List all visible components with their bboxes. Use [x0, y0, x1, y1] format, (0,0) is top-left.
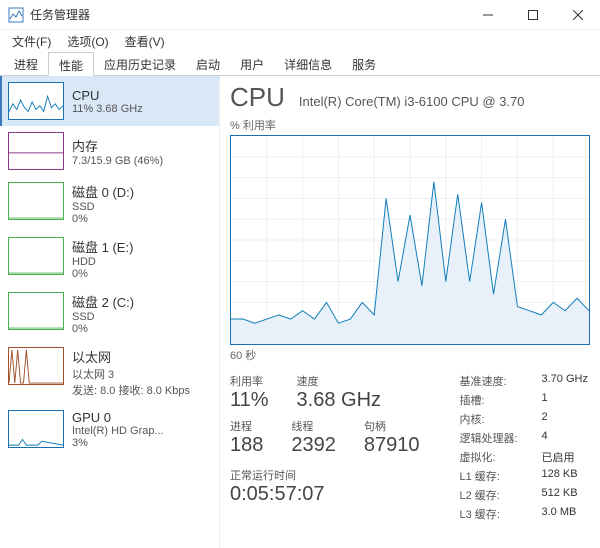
tab-users[interactable]: 用户 [230, 52, 274, 75]
tab-services[interactable]: 服务 [342, 52, 386, 75]
util-value: 11% [230, 389, 269, 412]
base-speed-label: 基准速度: [460, 373, 530, 389]
l2-value: 512 KB [542, 487, 588, 503]
sidebar-cpu-title: CPU [72, 88, 143, 103]
titlebar: 任务管理器 [0, 0, 600, 30]
tab-processes[interactable]: 进程 [4, 52, 48, 75]
virt-label: 虚拟化: [460, 449, 530, 465]
window-controls [465, 0, 600, 30]
ethernet-thumb [8, 347, 64, 385]
cpu-model: Intel(R) Core(TM) i3-6100 CPU @ 3.70 [299, 94, 525, 109]
gpu0-thumb [8, 410, 64, 448]
sidebar-item-memory[interactable]: 内存 7.3/15.9 GB (46%) [0, 126, 219, 176]
sidebar-disk2-sub1: SSD [72, 311, 134, 323]
sidebar: CPU 11% 3.68 GHz 内存 7.3/15.9 GB (46%) 磁盘… [0, 76, 220, 548]
handles-value: 87910 [364, 434, 420, 457]
uptime-value: 0:05:57:07 [230, 483, 420, 506]
main-title: CPU [230, 82, 285, 113]
threads-value: 2392 [291, 434, 336, 457]
menu-view[interactable]: 查看(V) [119, 31, 171, 52]
cores-value: 2 [542, 411, 588, 427]
sidebar-disk1-sub2: 0% [72, 268, 133, 280]
chart-x-label: 60 秒 [230, 347, 600, 363]
proc-value: 188 [230, 434, 263, 457]
sidebar-eth-sub1: 以太网 3 [72, 366, 190, 382]
sidebar-item-disk1[interactable]: 磁盘 1 (E:) HDD 0% [0, 231, 219, 286]
maximize-button[interactable] [510, 0, 555, 30]
sidebar-disk2-title: 磁盘 2 (C:) [72, 292, 134, 311]
sidebar-eth-sub2: 发送: 8.0 接收: 8.0 Kbps [72, 382, 190, 398]
memory-thumb [8, 132, 64, 170]
speed-value: 3.68 GHz [297, 389, 381, 412]
sidebar-gpu0-sub1: Intel(R) HD Grap... [72, 425, 164, 437]
l3-label: L3 缓存: [460, 506, 530, 522]
sidebar-gpu0-title: GPU 0 [72, 410, 164, 425]
tabs: 进程 性能 应用历史记录 启动 用户 详细信息 服务 [0, 52, 600, 76]
logical-value: 4 [542, 430, 588, 446]
chart-y-label: % 利用率 [230, 117, 600, 133]
base-speed-value: 3.70 GHz [542, 373, 588, 389]
menu-options[interactable]: 选项(O) [61, 31, 114, 52]
tab-app-history[interactable]: 应用历史记录 [94, 52, 186, 75]
sidebar-item-disk0[interactable]: 磁盘 0 (D:) SSD 0% [0, 176, 219, 231]
tab-performance[interactable]: 性能 [48, 52, 94, 76]
speed-label: 速度 [297, 373, 381, 389]
app-icon [8, 7, 24, 23]
tab-details[interactable]: 详细信息 [274, 52, 342, 75]
sidebar-item-cpu[interactable]: CPU 11% 3.68 GHz [0, 76, 219, 126]
sidebar-memory-sub: 7.3/15.9 GB (46%) [72, 155, 163, 167]
window-title: 任务管理器 [30, 6, 465, 23]
sidebar-disk0-title: 磁盘 0 (D:) [72, 182, 134, 201]
close-button[interactable] [555, 0, 600, 30]
l2-label: L2 缓存: [460, 487, 530, 503]
sidebar-disk1-sub1: HDD [72, 256, 133, 268]
cpu-info-grid: 基准速度:3.70 GHz 插槽:1 内核:2 逻辑处理器:4 虚拟化:已启用 … [460, 373, 588, 522]
sidebar-item-disk2[interactable]: 磁盘 2 (C:) SSD 0% [0, 286, 219, 341]
sidebar-cpu-sub: 11% 3.68 GHz [72, 103, 143, 115]
cpu-thumb [8, 82, 64, 120]
handles-label: 句柄 [364, 418, 420, 434]
proc-label: 进程 [230, 418, 263, 434]
menubar: 文件(F) 选项(O) 查看(V) [0, 30, 600, 52]
sidebar-item-ethernet[interactable]: 以太网 以太网 3 发送: 8.0 接收: 8.0 Kbps [0, 341, 219, 404]
disk1-thumb [8, 237, 64, 275]
sidebar-gpu0-sub2: 3% [72, 437, 164, 449]
l1-value: 128 KB [542, 468, 588, 484]
sidebar-memory-title: 内存 [72, 136, 163, 155]
sidebar-disk0-sub2: 0% [72, 213, 134, 225]
sidebar-disk1-title: 磁盘 1 (E:) [72, 237, 133, 256]
sidebar-eth-title: 以太网 [72, 347, 190, 366]
sockets-label: 插槽: [460, 392, 530, 408]
threads-label: 线程 [291, 418, 336, 434]
logical-label: 逻辑处理器: [460, 430, 530, 446]
disk0-thumb [8, 182, 64, 220]
tab-startup[interactable]: 启动 [186, 52, 230, 75]
sidebar-item-gpu0[interactable]: GPU 0 Intel(R) HD Grap... 3% [0, 404, 219, 455]
util-label: 利用率 [230, 373, 269, 389]
sockets-value: 1 [542, 392, 588, 408]
main-panel: CPU Intel(R) Core(TM) i3-6100 CPU @ 3.70… [220, 76, 600, 548]
cores-label: 内核: [460, 411, 530, 427]
l3-value: 3.0 MB [542, 506, 588, 522]
cpu-chart [230, 135, 590, 345]
minimize-button[interactable] [465, 0, 510, 30]
l1-label: L1 缓存: [460, 468, 530, 484]
sidebar-disk0-sub1: SSD [72, 201, 134, 213]
disk2-thumb [8, 292, 64, 330]
uptime-label: 正常运行时间 [230, 467, 420, 483]
sidebar-disk2-sub2: 0% [72, 323, 134, 335]
menu-file[interactable]: 文件(F) [6, 31, 57, 52]
virt-value: 已启用 [542, 449, 588, 465]
